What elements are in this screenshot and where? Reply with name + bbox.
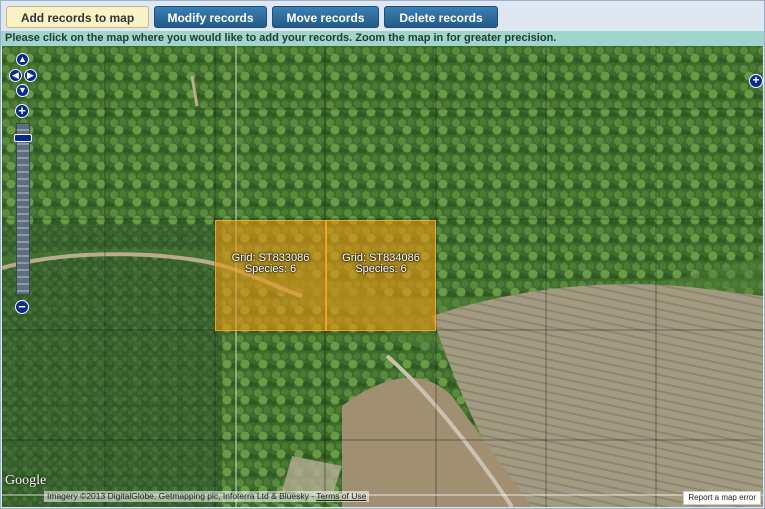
tab-modify-records[interactable]: Modify records	[154, 6, 267, 28]
species-count-label: Species: 6	[244, 263, 297, 275]
pan-up-icon[interactable]: ▲	[16, 53, 29, 66]
tab-move-records[interactable]: Move records	[272, 6, 379, 28]
map-attribution: Imagery ©2013 DigitalGlobe, Getmapping p…	[44, 491, 370, 502]
species-count-label: Species: 6	[355, 263, 407, 275]
recording-widget: Add records to map Modify records Move r…	[0, 0, 765, 509]
pan-right-icon[interactable]: ▶	[24, 69, 37, 82]
grid-square-ST833086[interactable]: Grid: ST833086 Species: 6	[215, 220, 326, 331]
google-logo: Google	[5, 473, 47, 488]
layer-switcher-button[interactable]: +	[749, 74, 763, 88]
terms-of-use-link[interactable]: Terms of Use	[316, 491, 366, 501]
tab-delete-records[interactable]: Delete records	[384, 6, 498, 28]
pan-left-icon[interactable]: ◀	[9, 69, 22, 82]
grid-square-ST834086[interactable]: Grid: ST834086 Species: 6	[326, 220, 436, 331]
report-map-error-link[interactable]: Report a map error	[683, 491, 761, 505]
instruction-text: Please click on the map where you would …	[1, 31, 764, 46]
attribution-text: Imagery ©2013 DigitalGlobe, Getmapping p…	[47, 491, 317, 501]
pan-down-icon[interactable]: ▼	[16, 84, 29, 97]
mode-toolbar: Add records to map Modify records Move r…	[1, 1, 764, 31]
zoom-slider-handle[interactable]	[14, 134, 32, 142]
zoom-out-button[interactable]: −	[15, 300, 29, 314]
zoom-in-button[interactable]: +	[15, 104, 29, 118]
satellite-map[interactable]: Grid: ST833086 Species: 6 Grid: ST834086…	[2, 46, 763, 507]
zoom-slider-track[interactable]	[16, 123, 30, 295]
tab-add-records[interactable]: Add records to map	[6, 6, 149, 28]
